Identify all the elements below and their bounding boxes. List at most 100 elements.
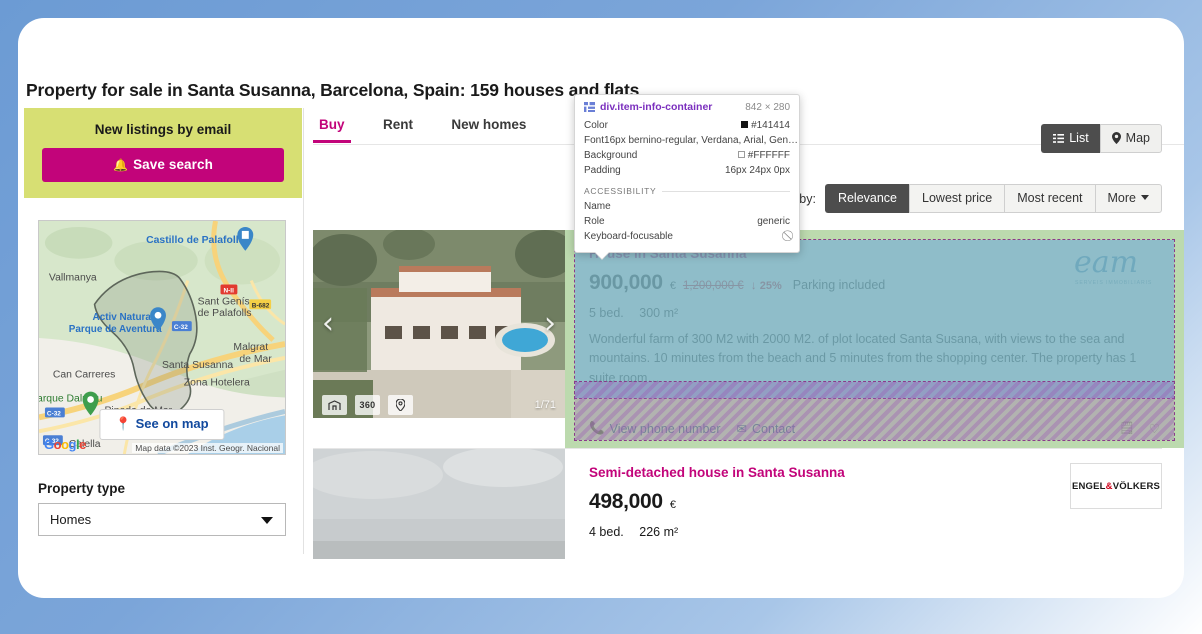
svg-text:eam: eam	[1074, 245, 1138, 280]
listing-results: ‹ › 360 1/71 House in Santa Susanna 900,…	[313, 230, 1184, 559]
listing-area: 300 m²	[639, 306, 679, 320]
list-icon	[1053, 133, 1065, 143]
currency-symbol: €	[669, 499, 676, 511]
mail-icon: ✉	[736, 422, 748, 436]
inspector-header: div.item-info-container 842 × 280	[584, 101, 790, 113]
svg-text:SERVEIS IMMOBILIARIS: SERVEIS IMMOBILIARIS	[1075, 280, 1152, 286]
listing-specs: 5 bed. 300 m²	[589, 306, 1160, 320]
photo-badges: 360 1/71	[313, 392, 565, 418]
listing-specs: 4 bed. 226 m²	[589, 525, 1160, 539]
svg-text:de Palafolls: de Palafolls	[198, 308, 252, 319]
chevron-down-icon	[1141, 195, 1149, 200]
listing-card[interactable]: Semi-detached house in Santa Susanna 498…	[313, 449, 1184, 559]
inspector-row-color: Color #141414	[584, 120, 790, 131]
listing-price: 498,000	[589, 490, 663, 513]
sort-most-recent[interactable]: Most recent	[1004, 184, 1095, 213]
map-preview[interactable]: Castillo de Palafolls Vallmanya Sant Gen…	[38, 220, 286, 455]
listing-photo[interactable]: ‹ › 360 1/71	[313, 230, 565, 418]
view-toggle-list-label: List	[1069, 131, 1089, 145]
photo-prev-button[interactable]: ‹	[322, 309, 334, 339]
listing-beds: 5 bed.	[589, 306, 624, 320]
view-toggle-map[interactable]: Map	[1099, 124, 1162, 153]
svg-text:Castillo de Palafolls: Castillo de Palafolls	[146, 235, 245, 246]
map-attribution: Map data ©2023 Inst. Geogr. Nacional	[132, 443, 283, 453]
listing-photo-image	[313, 449, 565, 559]
map-pin-icon: 📍	[115, 416, 132, 431]
listing-photo[interactable]	[313, 449, 565, 559]
svg-text:Zona Hotelera: Zona Hotelera	[184, 378, 250, 389]
svg-text:de Mar: de Mar	[239, 354, 272, 365]
page-title: Property for sale in Santa Susanna, Barc…	[26, 79, 640, 100]
listing-discount: ↓ 25%	[750, 278, 782, 292]
floorplan-icon[interactable]	[322, 395, 347, 415]
down-arrow-icon: ↓	[750, 278, 757, 292]
property-type-label: Property type	[38, 481, 126, 496]
divider	[662, 190, 790, 192]
agency-logo-eam: eam SERVEIS IMMOBILIARIS	[1074, 245, 1152, 286]
svg-text:Can Carreres: Can Carreres	[53, 370, 115, 381]
listing-old-price: 1,200,000 €	[682, 280, 744, 292]
svg-text:Activ Natura: Activ Natura	[93, 312, 152, 323]
svg-text:C-32: C-32	[47, 410, 61, 417]
inspector-row-name: Name	[584, 201, 611, 212]
inspector-selector: div.item-info-container	[600, 101, 713, 113]
map-pin-icon[interactable]	[388, 395, 413, 415]
tab-new-homes[interactable]: New homes	[445, 108, 532, 143]
listing-side-actions: 🗒 ♡	[1119, 421, 1160, 436]
sort-lowest-price[interactable]: Lowest price	[909, 184, 1005, 213]
listing-extra: Parking included	[792, 278, 886, 292]
tab-buy[interactable]: Buy	[313, 108, 351, 143]
save-search-button[interactable]: 🔔 Save search	[42, 148, 284, 182]
listing-info: Semi-detached house in Santa Susanna 498…	[565, 449, 1184, 559]
listing-beds: 4 bed.	[589, 525, 624, 539]
heart-icon[interactable]: ♡	[1149, 421, 1160, 436]
agency-logo: ENGEL & VÖLKERS	[1070, 463, 1162, 509]
color-swatch	[737, 151, 745, 158]
property-type-select[interactable]: Homes	[38, 503, 286, 536]
view-toggle-list[interactable]: List	[1041, 124, 1100, 153]
360-icon[interactable]: 360	[355, 395, 380, 415]
map-pin-icon	[1111, 132, 1121, 144]
inspector-dimensions: 842 × 280	[745, 101, 790, 113]
svg-text:Vallmanya: Vallmanya	[49, 273, 97, 284]
listing-info: House in Santa Susanna 900,000 € 1,200,0…	[565, 230, 1184, 448]
see-on-map-button[interactable]: 📍 See on map	[99, 409, 225, 440]
alert-title: New listings by email	[94, 122, 232, 137]
photo-counter: 1/71	[534, 399, 556, 411]
listing-description: Wonderful farm of 300 M2 with 2000 M2. o…	[589, 332, 1137, 385]
bell-icon: 🔔	[113, 158, 129, 172]
listing-area: 226 m²	[639, 525, 679, 539]
svg-text:Santa Susanna: Santa Susanna	[162, 360, 233, 371]
tab-rent[interactable]: Rent	[377, 108, 419, 143]
inspector-row-font: Font 16px bernino-regular, Verdana, Aria…	[584, 135, 799, 146]
listing-card[interactable]: ‹ › 360 1/71 House in Santa Susanna 900,…	[313, 230, 1184, 448]
inspector-row-background: Background #FFFFFF	[584, 150, 790, 161]
svg-text:Malgrat: Malgrat	[233, 342, 268, 353]
contact-button[interactable]: ✉ Contact	[736, 421, 796, 437]
listing-photo-image	[313, 230, 565, 418]
view-phone-button[interactable]: 📞 View phone number	[589, 421, 721, 436]
see-on-map-label: See on map	[135, 416, 209, 431]
save-search-label: Save search	[133, 157, 213, 172]
color-swatch	[741, 121, 749, 128]
sort-relevance[interactable]: Relevance	[824, 184, 910, 213]
property-type-value: Homes	[50, 512, 92, 527]
listing-price: 900,000	[589, 271, 663, 294]
inspector-row-role: Role generic	[584, 216, 790, 227]
currency-symbol: €	[669, 280, 676, 292]
devtools-inspector-tooltip: div.item-info-container 842 × 280 Color …	[574, 94, 800, 253]
view-toggle-map-label: Map	[1125, 131, 1150, 145]
inspector-row-keyboard-focusable: Keyboard-focusable ⃠	[584, 231, 673, 242]
chevron-down-icon	[261, 517, 273, 524]
agency-logo: eam SERVEIS IMMOBILIARIS	[1070, 244, 1162, 290]
sidebar: New listings by email 🔔 Save search Cast…	[24, 108, 302, 536]
inspector-row-padding: Padding 16px 24px 0px	[584, 165, 790, 176]
view-toggle: List Map	[1041, 124, 1162, 153]
svg-text:C-32: C-32	[174, 324, 188, 331]
sort-more[interactable]: More	[1094, 184, 1162, 213]
inspector-accessibility-heading: ACCESSIBILITY	[584, 186, 790, 196]
email-alert-box: New listings by email 🔔 Save search	[24, 108, 302, 198]
photo-next-button[interactable]: ›	[544, 309, 556, 339]
note-icon[interactable]: 🗒	[1119, 421, 1135, 436]
sort-options: Relevance Lowest price Most recent More	[824, 184, 1162, 213]
